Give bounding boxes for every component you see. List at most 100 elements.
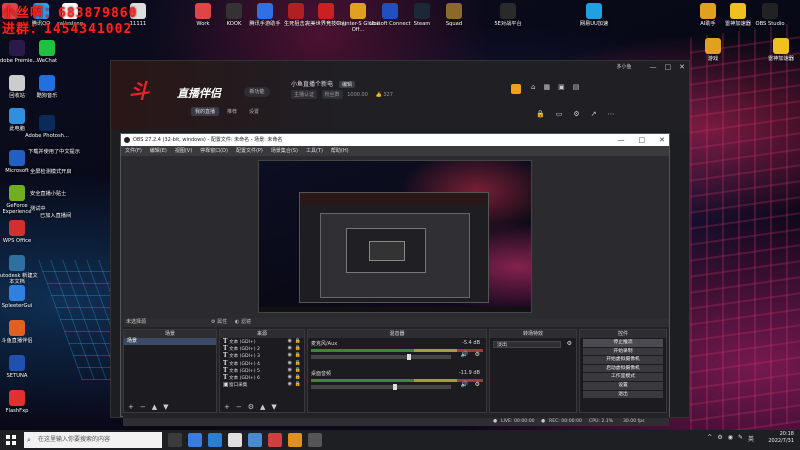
notification-bell-icon[interactable]: [511, 84, 521, 94]
taskbar-app-icon[interactable]: [168, 433, 182, 447]
edit-room-button[interactable]: 编辑: [338, 81, 355, 88]
tab-my-live[interactable]: 我的直播: [191, 107, 220, 116]
lock-icon[interactable]: 🔒: [536, 110, 545, 118]
maximize-button[interactable]: □: [665, 63, 672, 71]
remove-scene-button[interactable]: −: [140, 403, 146, 412]
desktop-icon[interactable]: Autodesk 新建文本文档: [0, 255, 40, 285]
add-source-button[interactable]: +: [224, 403, 230, 412]
tray-icon[interactable]: ✎: [738, 434, 743, 443]
visibility-eye-icon[interactable]: ◉: [288, 367, 292, 374]
taskbar-app-icon[interactable]: [188, 433, 202, 447]
desktop-icon[interactable]: 斗鱼直播伴侣: [0, 320, 40, 344]
control-button[interactable]: 设置: [583, 381, 663, 390]
visibility-eye-icon[interactable]: ◉: [288, 360, 292, 367]
desktop-slider-knob[interactable]: [393, 384, 397, 390]
filters-button[interactable]: ◐ 滤镜: [235, 318, 251, 327]
move-down-button[interactable]: ▼: [163, 403, 168, 412]
mic-gear-icon[interactable]: ⚙: [475, 351, 480, 358]
version-pill[interactable]: 新功能: [244, 87, 270, 97]
visibility-eye-icon[interactable]: ◉: [288, 381, 292, 388]
control-button[interactable]: 开始录制: [583, 347, 663, 356]
source-up-button[interactable]: ▲: [260, 403, 265, 412]
obs-minimize-button[interactable]: —: [618, 134, 625, 146]
desktop-icon[interactable]: Adobe Photosh...: [24, 115, 70, 139]
desktop-icon[interactable]: OBS Studio: [747, 3, 793, 27]
source-item[interactable]: T 文本 (GDI+) 2 ◉ 🔒: [220, 345, 304, 352]
transition-gear-icon[interactable]: ⚙: [567, 340, 572, 347]
source-item[interactable]: T 文本 (GDI+) 4 ◉ 🔒: [220, 360, 304, 367]
clock[interactable]: 20:18 2022/7/31: [768, 431, 794, 445]
obs-menu-item[interactable]: 帮助(H): [331, 146, 349, 156]
tray-icon[interactable]: 英: [748, 434, 754, 443]
desktop-icon[interactable]: SpleeterGui: [0, 285, 40, 309]
taskbar-app-icon[interactable]: [208, 433, 222, 447]
obs-maximize-button[interactable]: □: [639, 134, 646, 146]
tab-settings[interactable]: 设置: [245, 107, 263, 116]
visibility-eye-icon[interactable]: ◉: [288, 345, 292, 352]
lock-icon[interactable]: 🔒: [295, 352, 301, 359]
desktop-volume-slider[interactable]: [311, 384, 451, 390]
remove-source-button[interactable]: −: [236, 403, 242, 412]
transition-select[interactable]: 淡出: [493, 341, 561, 348]
desktop-icon[interactable]: 雷神加速器: [758, 38, 800, 62]
control-button[interactable]: 工作室模式: [583, 373, 663, 381]
desktop-icon[interactable]: Squad: [431, 3, 477, 27]
taskbar-search[interactable]: ⌕ 在这里输入你要搜索的内容: [24, 432, 162, 448]
lock-icon[interactable]: 🔒: [295, 381, 301, 388]
desktop-icon[interactable]: SETUNA: [0, 355, 40, 379]
desktop-gear-icon[interactable]: ⚙: [475, 381, 480, 388]
visibility-eye-icon[interactable]: ◉: [288, 352, 292, 359]
add-scene-button[interactable]: +: [128, 403, 134, 412]
chart-icon[interactable]: ▤: [573, 83, 580, 91]
gear-icon[interactable]: ⚙: [573, 110, 579, 118]
tray-icon[interactable]: ^: [707, 434, 712, 443]
control-button[interactable]: 启动虚拟摄像机: [583, 364, 663, 373]
properties-button[interactable]: ⚙ 属性: [211, 318, 227, 327]
obs-menu-item[interactable]: 视图(V): [175, 146, 192, 156]
source-down-button[interactable]: ▼: [271, 403, 276, 412]
tray-icon[interactable]: ◉: [728, 434, 733, 443]
visibility-eye-icon[interactable]: ◉: [288, 338, 292, 345]
more-icon[interactable]: ⋯: [608, 110, 615, 118]
obs-preview-canvas[interactable]: [123, 156, 669, 317]
desktop-icon[interactable]: 酷狗音乐: [24, 75, 70, 99]
move-up-button[interactable]: ▲: [152, 403, 157, 412]
mic-volume-slider[interactable]: [311, 354, 451, 360]
obs-menu-item[interactable]: 文件(F): [125, 146, 142, 156]
source-item[interactable]: T 文本 (GDI+) 5 ◉ 🔒: [220, 367, 304, 374]
desktop-icon[interactable]: FlashFxp: [0, 390, 40, 414]
taskbar-app-icon[interactable]: [268, 433, 282, 447]
desktop-icon[interactable]: WeChat: [24, 40, 70, 64]
taskbar-app-icon[interactable]: [248, 433, 262, 447]
desktop-icon[interactable]: 网易UU加速: [571, 3, 617, 27]
control-button[interactable]: 停止推流: [583, 339, 663, 347]
username[interactable]: 多小鱼: [616, 63, 631, 71]
scene-item[interactable]: 场景: [124, 338, 216, 345]
tray-icon[interactable]: ⚙: [717, 434, 722, 443]
lock-icon[interactable]: 🔒: [295, 360, 301, 367]
obs-menu-item[interactable]: 场景集合(S): [271, 146, 298, 156]
taskbar-app-icon[interactable]: [228, 433, 242, 447]
source-item[interactable]: ▣窗口采集 ◉ 🔒: [220, 381, 304, 388]
desktop-icon[interactable]: 游戏: [690, 38, 736, 62]
obs-menu-item[interactable]: 编辑(E): [150, 146, 167, 156]
taskbar-app-icon[interactable]: [308, 433, 322, 447]
screen-icon[interactable]: ▭: [556, 110, 563, 118]
share-icon[interactable]: ↗: [591, 110, 597, 118]
obs-menu-item[interactable]: 工具(T): [306, 146, 323, 156]
obs-close-button[interactable]: ✕: [659, 134, 665, 146]
obs-menu-item[interactable]: 停靠窗口(D): [200, 146, 228, 156]
gift-icon[interactable]: ⌂: [531, 83, 535, 91]
lock-icon[interactable]: 🔒: [295, 367, 301, 374]
layout-icon[interactable]: ▣: [558, 83, 565, 91]
grid-icon[interactable]: ▦: [543, 83, 550, 91]
start-button[interactable]: [6, 435, 16, 445]
source-item[interactable]: T 文本 (GDI+) 3 ◉ 🔒: [220, 352, 304, 359]
control-button[interactable]: 开始虚拟摄像机: [583, 356, 663, 364]
minimize-button[interactable]: —: [650, 63, 657, 71]
speaker-icon[interactable]: 🔊: [461, 381, 468, 388]
source-gear-icon[interactable]: ⚙: [248, 403, 254, 412]
speaker-icon[interactable]: 🔊: [461, 351, 468, 358]
visibility-eye-icon[interactable]: ◉: [288, 374, 292, 381]
desktop-icon[interactable]: 5E对战平台: [485, 3, 531, 27]
